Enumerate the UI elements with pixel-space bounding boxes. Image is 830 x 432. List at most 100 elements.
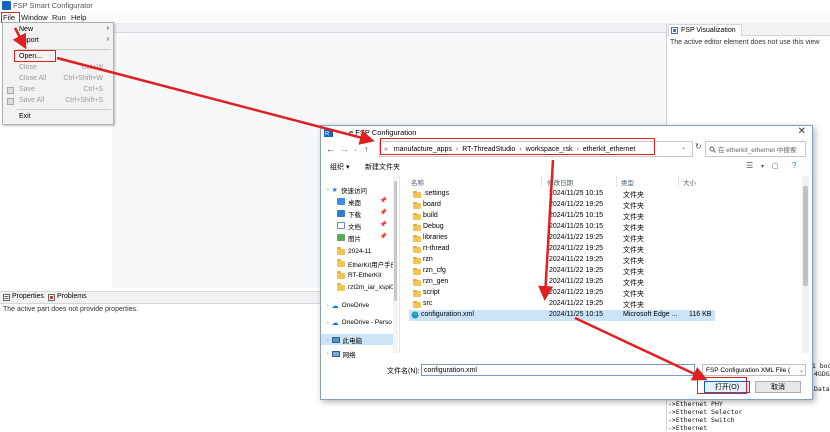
up-arrow-icon[interactable]: ↑	[364, 144, 369, 154]
tab-properties[interactable]: Properties	[3, 292, 44, 302]
file-row[interactable]: configuration.xml 2024/11/25 10:15 Microso…	[409, 310, 715, 321]
column-header-type[interactable]: 类型	[621, 177, 634, 187]
file-row[interactable]: rzn_cfg 2024/11/22 19:25 文件夹	[411, 266, 711, 277]
refresh-icon[interactable]: ↻	[695, 142, 702, 151]
nav-quick-access[interactable]: › ★ 快速访问	[327, 184, 367, 195]
file-type: 文件夹	[623, 192, 644, 199]
menu-item-save[interactable]: Save Ctrl+S	[3, 85, 113, 96]
nav-folder-rt-etherkit[interactable]: RT-EtherKit	[337, 270, 393, 281]
menu-item-close-all[interactable]: Close All Ctrl+Shift+W	[3, 74, 113, 85]
document-icon	[337, 222, 345, 229]
tab-label: Problems	[57, 293, 87, 300]
help-icon[interactable]: ?	[792, 161, 796, 170]
filename-input[interactable]: configuration.xml	[421, 364, 695, 376]
nav-folder-etherkit-manual[interactable]: EtherKit用户手册	[337, 258, 393, 269]
file-date: 2024/11/22 19:25	[549, 201, 603, 208]
file-row[interactable]: board 2024/11/22 19:25 文件夹	[411, 200, 711, 211]
file-row[interactable]: .settings 2024/11/25 10:15 文件夹	[411, 189, 711, 200]
nav-onedrive-personal[interactable]: › ☁ OneDrive - Perso	[327, 317, 393, 328]
menu-item-label: Close All	[19, 75, 47, 82]
file-date: 2024/11/25 10:15	[549, 212, 603, 219]
nav-folder-2024-11[interactable]: 2024-11	[337, 246, 393, 257]
tab-problems[interactable]: Problems	[48, 292, 87, 302]
visualization-message: The active editor element does not use t…	[670, 39, 820, 46]
file-type: 文件夹	[623, 302, 644, 309]
file-name: rzn_cfg	[423, 267, 446, 274]
new-folder-button[interactable]: 新建文件夹	[365, 162, 400, 172]
nav-onedrive[interactable]: › ☁ OneDrive	[327, 300, 393, 311]
tab-label: Properties	[12, 293, 44, 300]
nav-label: EtherKit用户手册	[348, 261, 393, 269]
problems-icon	[48, 293, 55, 301]
pin-icon: 📌	[379, 222, 387, 228]
console-line: ->Ethernet PHY	[668, 400, 723, 408]
file-row[interactable]: script 2024/11/22 19:25 文件夹	[411, 288, 711, 299]
column-header-date[interactable]: 修改日期	[547, 177, 573, 187]
console-line: ->Ethernet	[668, 424, 708, 432]
file-row[interactable]: rzn_gen 2024/11/22 19:25 文件夹	[411, 277, 711, 288]
file-name: libraries	[423, 234, 448, 241]
tab-fsp-visualization[interactable]: FSP Visualization	[668, 24, 742, 36]
view-dropdown-icon[interactable]: ▾	[761, 163, 764, 170]
file-row[interactable]: libraries 2024/11/22 19:25 文件夹	[411, 233, 711, 244]
file-type: 文件夹	[623, 269, 644, 276]
search-placeholder: 在 etherkit_ethernet 中搜索	[718, 147, 797, 154]
nav-this-pc[interactable]: › 此电脑	[321, 334, 393, 345]
file-row[interactable]: rt-thread 2024/11/22 19:25 文件夹	[411, 244, 711, 255]
preview-pane-icon[interactable]: ▢	[772, 162, 779, 170]
edge-file-icon	[411, 311, 419, 321]
nav-label: 此电脑	[342, 337, 363, 345]
submenu-arrow-icon: ›	[106, 36, 109, 43]
menu-item-import[interactable]: Import ›	[3, 36, 113, 47]
file-row[interactable]: Debug 2024/11/25 10:15 文件夹	[411, 222, 711, 233]
file-name: configuration.xml	[421, 311, 474, 318]
filetype-dropdown-icon[interactable]: ⌄	[799, 367, 804, 374]
menu-item-new[interactable]: New ›	[3, 25, 113, 36]
column-header-size[interactable]: 大小	[683, 177, 696, 187]
organize-button[interactable]: 组织 ▾	[330, 162, 349, 172]
folder-icon	[337, 259, 345, 267]
address-dropdown-icon[interactable]: ⌄	[681, 144, 686, 151]
filename-label: 文件名(N):	[387, 368, 420, 375]
folder-icon	[413, 223, 421, 231]
menu-window[interactable]: Window	[21, 13, 48, 22]
menu-item-close[interactable]: Close Ctrl+W	[3, 63, 113, 74]
menu-item-save-all[interactable]: Save All Ctrl+Shift+S	[3, 96, 113, 107]
folder-icon	[413, 267, 421, 275]
close-icon[interactable]: ✕	[798, 126, 806, 137]
filename-dropdown-icon[interactable]: ⌄	[688, 367, 693, 374]
menu-help[interactable]: Help	[71, 13, 86, 22]
file-list-scroll-thumb[interactable]	[803, 186, 808, 286]
file-row[interactable]: rzn 2024/11/22 19:25 文件夹	[411, 255, 711, 266]
filetype-select[interactable]: FSP Configuration XML File (	[702, 364, 806, 376]
menu-item-exit[interactable]: Exit	[3, 112, 113, 123]
file-row[interactable]: build 2024/11/25 10:15 文件夹	[411, 211, 711, 222]
cancel-button[interactable]: 取消	[755, 381, 801, 393]
back-arrow-icon[interactable]: ←	[326, 144, 335, 154]
folder-icon	[337, 283, 345, 291]
filename-row: 文件名(N): configuration.xml ⌄ FSP Configur…	[321, 364, 812, 378]
file-name: build	[423, 212, 438, 219]
file-type: 文件夹	[623, 247, 644, 254]
nav-scroll-thumb[interactable]	[394, 181, 397, 301]
console-line: ->Ethernet Switch	[668, 416, 735, 424]
download-icon	[337, 210, 345, 217]
folder-icon	[413, 256, 421, 264]
file-name: rzn_gen	[423, 278, 449, 285]
column-divider	[678, 176, 679, 187]
column-header-name[interactable]: 名称	[411, 177, 424, 187]
folder-icon	[413, 289, 421, 297]
recent-dropdown-icon[interactable]: ⌄	[353, 146, 358, 153]
menu-bar: File Window Run Help	[0, 12, 830, 23]
pin-icon: 📌	[379, 210, 387, 216]
search-input[interactable]: 在 etherkit_ethernet 中搜索	[705, 141, 806, 157]
folder-icon	[413, 212, 421, 220]
forward-arrow-icon[interactable]: →	[340, 144, 349, 154]
nav-network-label[interactable]: › 网络	[327, 349, 356, 359]
file-type: 文件夹	[623, 236, 644, 243]
file-menu: New › Import › Open... Close Ctrl+W Clos…	[2, 22, 114, 125]
nav-folder-rzt2m[interactable]: rzt2m_iar_xspi0	[337, 282, 393, 293]
file-row[interactable]: src 2024/11/22 19:25 文件夹	[411, 299, 711, 310]
menu-run[interactable]: Run	[52, 13, 66, 22]
view-options-icon[interactable]: ☰	[746, 161, 753, 170]
